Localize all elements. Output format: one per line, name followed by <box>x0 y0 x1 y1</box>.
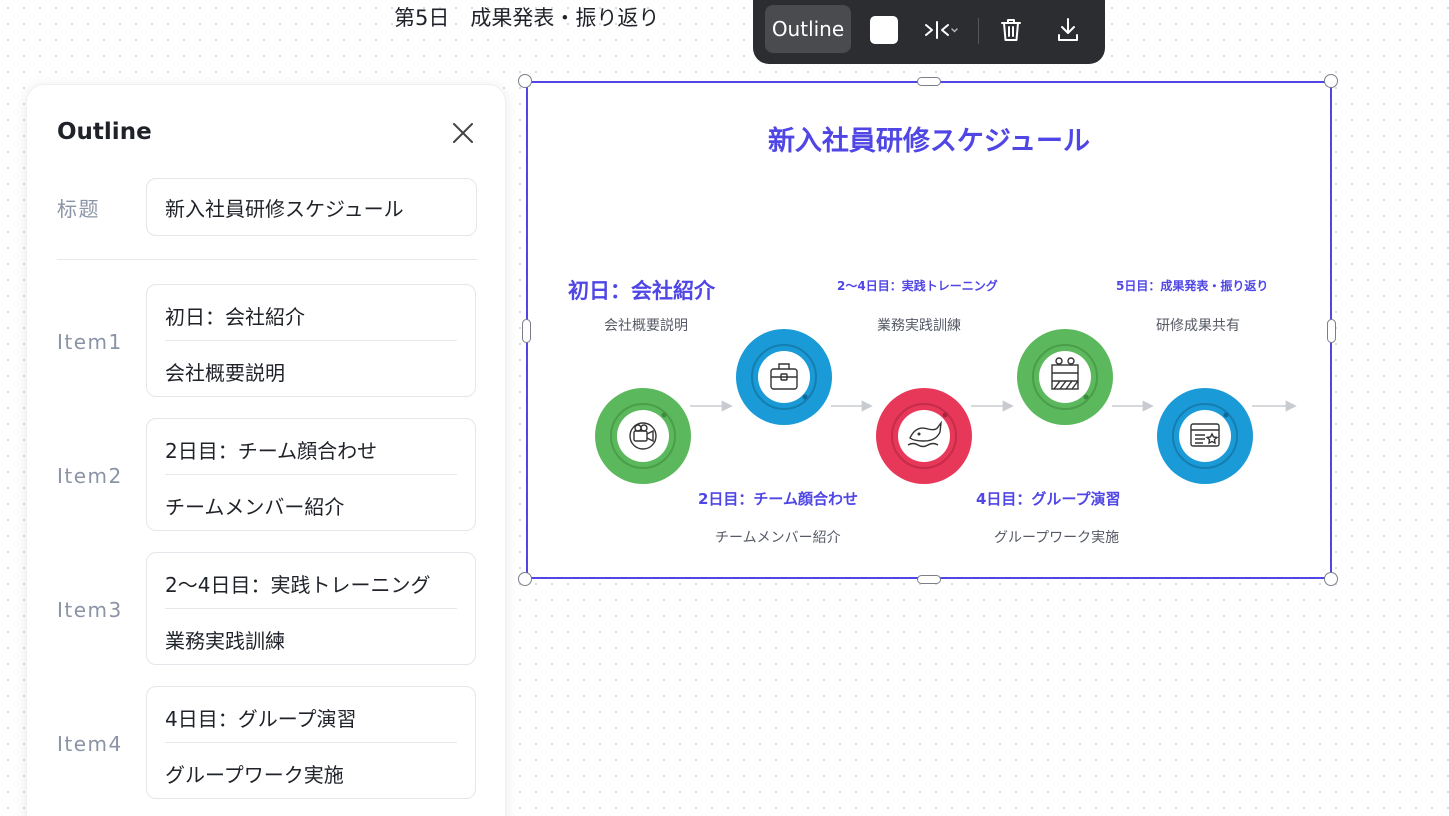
item4-label: Item4 <box>57 732 123 756</box>
outline-button[interactable]: Outline <box>765 5 851 53</box>
title-field-label: 标题 <box>57 197 100 221</box>
stage5-subtitle: 研修成果共有 <box>1156 318 1240 334</box>
resize-handle-left[interactable] <box>522 319 531 343</box>
stage3-title: 2～4日目：実践トレーニング <box>837 279 998 293</box>
item2-label: Item2 <box>57 464 123 488</box>
resize-handle-top-left[interactable] <box>518 74 532 88</box>
item1-divider <box>165 340 457 341</box>
resize-handle-bottom[interactable] <box>917 575 941 584</box>
stage3-subtitle: 業務実践訓練 <box>877 318 961 334</box>
item4-title-field[interactable]: 4日目：グループ演習 <box>165 703 357 732</box>
stage5-title: 5日目：成果発表・振り返り <box>1116 279 1269 293</box>
outline-panel-title: Outline <box>57 119 152 145</box>
item1-card: 初日：会社紹介 会社概要説明 <box>146 284 476 397</box>
item3-title-field[interactable]: 2～4日目：実践トレーニング <box>165 569 430 598</box>
download-icon[interactable] <box>1053 14 1083 46</box>
item4-card: 4日目：グループ演習 グループワーク実施 <box>146 686 476 799</box>
title-input[interactable] <box>146 178 477 236</box>
color-swatch-icon[interactable] <box>870 16 898 44</box>
floating-toolbar: Outline <box>753 0 1105 64</box>
item3-card: 2～4日目：実践トレーニング 業務実践訓練 <box>146 552 476 665</box>
stage2-subtitle: チームメンバー紹介 <box>715 530 841 546</box>
resize-handle-right[interactable] <box>1327 319 1336 343</box>
item2-card: 2日目：チーム顔合わせ チームメンバー紹介 <box>146 418 476 531</box>
stage1-subtitle: 会社概要説明 <box>604 318 688 334</box>
item2-desc-field[interactable]: チームメンバー紹介 <box>165 491 344 520</box>
resize-handle-top[interactable] <box>917 77 941 86</box>
stage3-circle <box>876 388 972 484</box>
stage1-circle <box>595 388 691 484</box>
item3-desc-field[interactable]: 業務実践訓練 <box>165 625 285 654</box>
item3-label: Item3 <box>57 598 123 622</box>
trash-icon[interactable] <box>996 14 1026 46</box>
outline-divider <box>57 259 477 260</box>
item2-divider <box>165 474 457 475</box>
item4-desc-field[interactable]: グループワーク実施 <box>165 759 344 788</box>
stage1-title: 初日：会社紹介 <box>568 279 715 303</box>
distribute-icon[interactable] <box>921 14 961 46</box>
toolbar-divider <box>978 18 979 44</box>
stage5-circle <box>1157 388 1253 484</box>
item2-title-field[interactable]: 2日目：チーム顔合わせ <box>165 435 377 464</box>
resize-handle-bottom-left[interactable] <box>518 572 532 586</box>
outline-panel: Outline 标题 Item1 初日：会社紹介 会社概要説明 Item2 2日… <box>26 84 506 816</box>
resize-handle-top-right[interactable] <box>1324 74 1338 88</box>
item3-divider <box>165 608 457 609</box>
resize-handle-bottom-right[interactable] <box>1324 572 1338 586</box>
item1-title-field[interactable]: 初日：会社紹介 <box>165 301 305 330</box>
stage4-title: 4日目：グループ演習 <box>976 490 1121 508</box>
item1-desc-field[interactable]: 会社概要説明 <box>165 357 285 386</box>
stage4-circle <box>1017 329 1113 425</box>
item1-label: Item1 <box>57 330 123 354</box>
top-slide-label: 第5日 成果発表・振り返り <box>394 6 660 30</box>
stage2-title: 2日目：チーム顔合わせ <box>698 490 858 508</box>
stage4-subtitle: グループワーク実施 <box>994 530 1120 546</box>
close-icon[interactable] <box>449 119 477 147</box>
item4-divider <box>165 742 457 743</box>
infographic-slide[interactable]: 新入社員研修スケジュール 初日：会社紹介 会社概要説明 2日目：チーム顔合わせ … <box>526 81 1332 579</box>
